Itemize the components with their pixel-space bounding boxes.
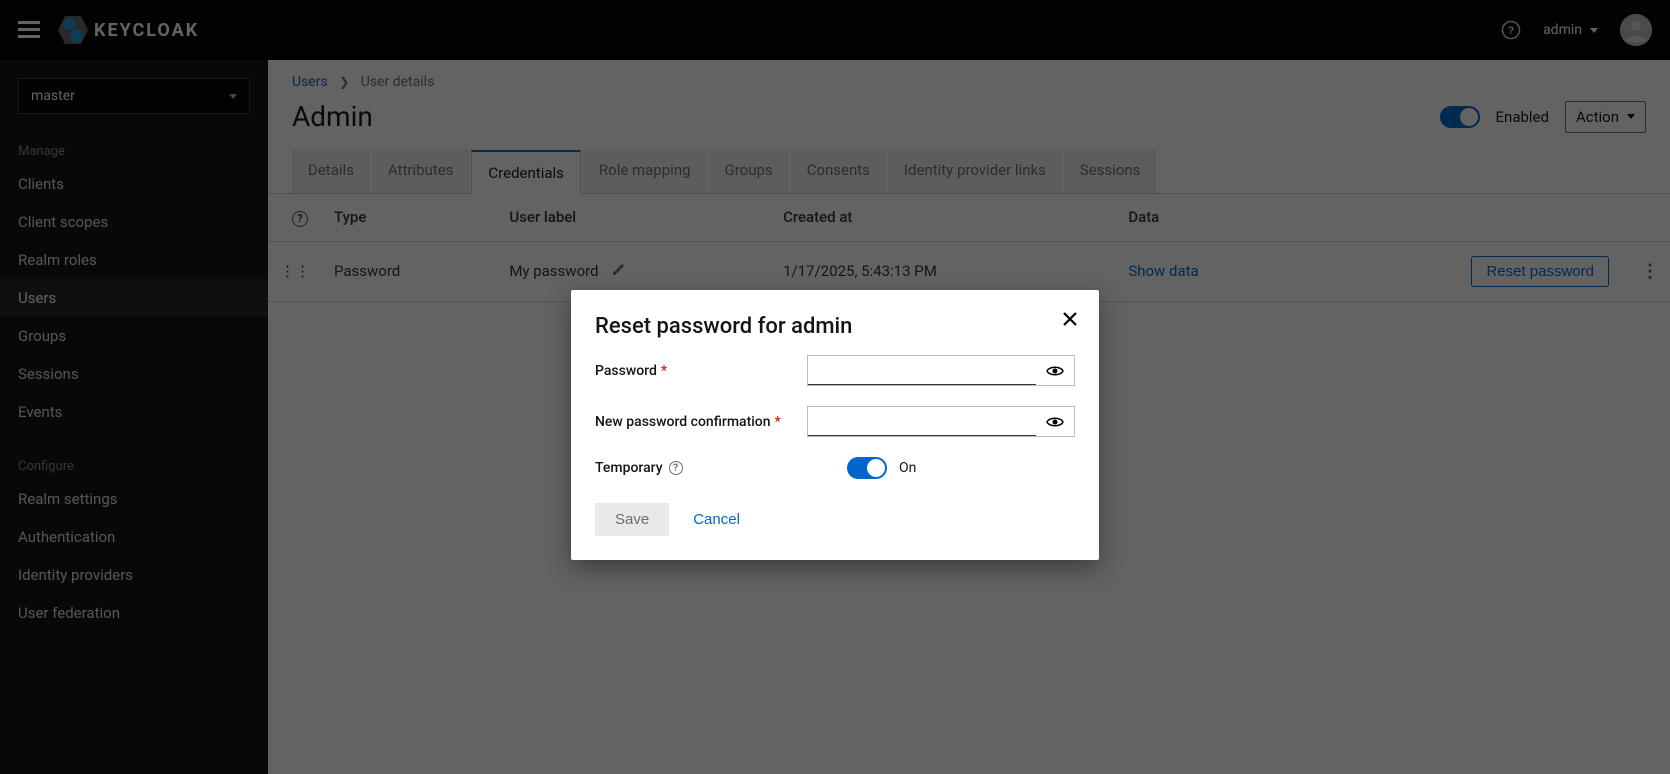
close-icon[interactable] (1063, 312, 1077, 326)
password-input[interactable] (808, 356, 1036, 385)
temporary-switch[interactable] (847, 457, 887, 479)
save-button[interactable]: Save (595, 503, 669, 536)
password-label: Password* (595, 363, 795, 379)
confirm-password-label: New password confirmation* (595, 414, 795, 430)
cancel-button[interactable]: Cancel (687, 510, 746, 529)
eye-icon[interactable] (1036, 407, 1074, 436)
eye-icon[interactable] (1036, 356, 1074, 385)
modal-title: Reset password for admin (595, 314, 1075, 339)
temporary-label: Temporary ? (595, 460, 795, 476)
modal-overlay[interactable]: Reset password for admin Password* New p (0, 0, 1670, 774)
confirm-password-input[interactable] (808, 407, 1036, 436)
temporary-state: On (899, 460, 916, 476)
reset-password-modal: Reset password for admin Password* New p (571, 290, 1099, 560)
help-icon[interactable]: ? (669, 461, 683, 475)
